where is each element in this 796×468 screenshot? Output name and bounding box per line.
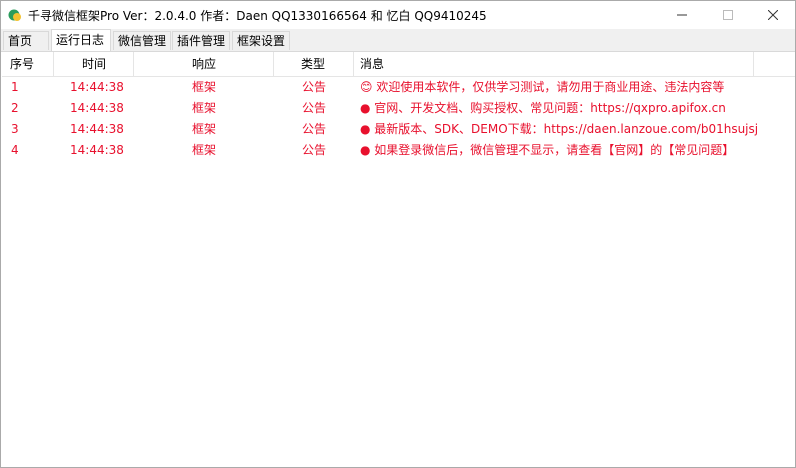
table-row[interactable]: 1 14:44:38 框架 公告 😊 欢迎使用本软件，仅供学习测试，请勿用于商业… [2,77,795,98]
row-type: 公告 [302,143,327,157]
minimize-button[interactable] [659,1,705,29]
table-header: 序号 时间 响应 类型 消息 [2,52,795,77]
row-response: 框架 [192,101,217,115]
window-title: 千寻微信框架Pro Ver：2.0.4.0 作者：Daen QQ13301665… [28,9,487,23]
minimize-icon [677,14,687,16]
tab-plugin-manage[interactable]: 插件管理 [172,31,230,50]
row-time: 14:44:38 [70,143,124,157]
tab-home[interactable]: 首页 [3,31,49,50]
row-response: 框架 [192,143,217,157]
column-header-index[interactable]: 序号 [2,52,54,76]
row-response: 框架 [192,80,217,94]
tab-framework-settings[interactable]: 框架设置 [232,31,290,50]
table-row[interactable]: 4 14:44:38 框架 公告 ● 如果登录微信后，微信管理不显示，请查看【官… [2,140,795,161]
column-header-response[interactable]: 响应 [134,52,274,76]
title-bar[interactable]: 千寻微信框架Pro Ver：2.0.4.0 作者：Daen QQ13301665… [1,1,795,29]
row-message: 😊 欢迎使用本软件，仅供学习测试，请勿用于商业用途、违法内容等 [360,80,725,94]
app-logo-icon [8,8,22,22]
tab-wechat-manage[interactable]: 微信管理 [113,31,171,50]
row-index: 4 [11,143,19,157]
tab-run-log[interactable]: 运行日志 [51,29,111,51]
log-table[interactable]: 序号 时间 响应 类型 消息 1 14:44:38 框架 公告 😊 欢迎使用本软… [2,52,795,467]
row-time: 14:44:38 [70,122,124,136]
row-index: 2 [11,101,19,115]
app-window: 千寻微信框架Pro Ver：2.0.4.0 作者：Daen QQ13301665… [0,0,796,468]
row-type: 公告 [302,101,327,115]
row-message: ● 如果登录微信后，微信管理不显示，请查看【官网】的【常见问题】 [360,143,735,157]
row-index: 3 [11,122,19,136]
table-row[interactable]: 3 14:44:38 框架 公告 ● 最新版本、SDK、DEMO下载：https… [2,119,795,140]
maximize-button[interactable] [705,1,751,29]
row-time: 14:44:38 [70,80,124,94]
table-row[interactable]: 2 14:44:38 框架 公告 ● 官网、开发文档、购买授权、常见问题：htt… [2,98,795,119]
row-message: ● 最新版本、SDK、DEMO下载：https://daen.lanzoue.c… [360,122,759,136]
column-header-type[interactable]: 类型 [274,52,354,76]
column-header-message[interactable]: 消息 [354,52,754,76]
row-message: ● 官网、开发文档、购买授权、常见问题：https://qxpro.apifox… [360,101,726,115]
column-header-time[interactable]: 时间 [54,52,134,76]
row-response: 框架 [192,122,217,136]
row-type: 公告 [302,80,327,94]
tab-bar: 首页 运行日志 微信管理 插件管理 框架设置 [1,29,795,52]
close-button[interactable] [750,1,796,29]
row-index: 1 [11,80,19,94]
close-icon [768,10,778,20]
maximize-icon [723,10,733,20]
row-time: 14:44:38 [70,101,124,115]
row-type: 公告 [302,122,327,136]
